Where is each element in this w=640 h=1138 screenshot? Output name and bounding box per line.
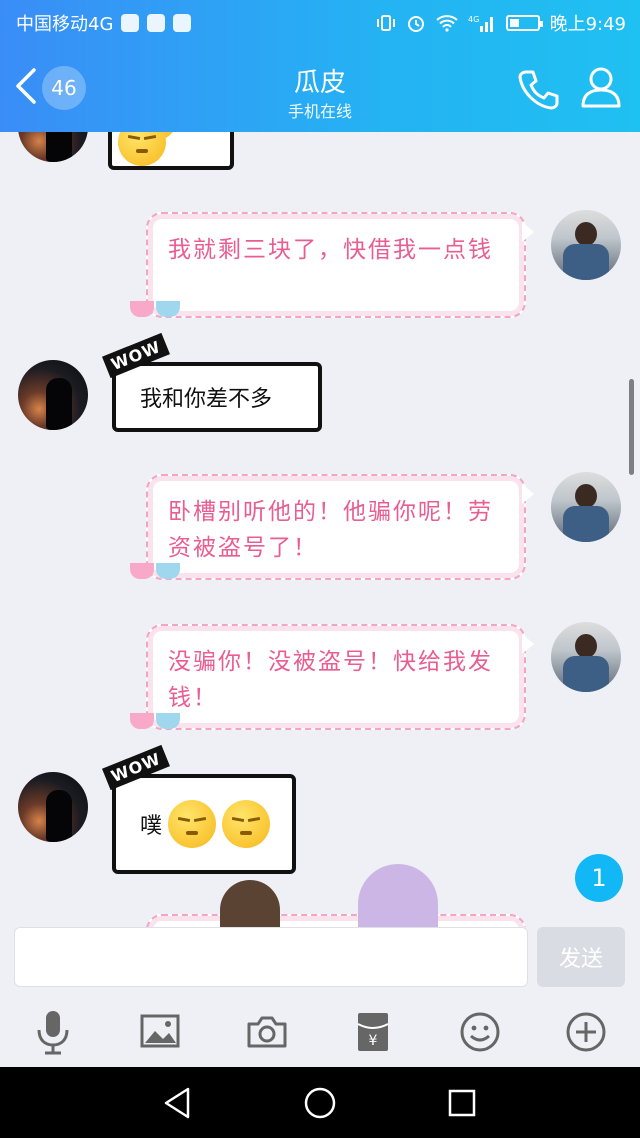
chat-message-list[interactable]: 我就剩三块了，快借我一点钱 我和你差不多 WOW 卧槽别听他的！他骗你呢！劳资被…	[0, 132, 640, 927]
wow-sticker-label: WOW	[102, 744, 170, 791]
composer: 发送 ¥	[0, 927, 640, 1067]
send-button[interactable]: 发送	[537, 927, 625, 987]
person-icon[interactable]	[578, 64, 624, 110]
message-text: 卧槽别听他的！他骗你呢！劳资被盗号了！	[168, 499, 493, 561]
chat-header: 中国移动4G 4G 晚上9:49 46 瓜皮 手机在线	[0, 0, 640, 132]
emoji-icon	[118, 132, 166, 166]
anime-sticker-image	[358, 864, 438, 927]
my-avatar[interactable]	[551, 622, 621, 692]
system-navigation-bar	[0, 1067, 640, 1138]
teacups-icon	[130, 556, 182, 592]
microphone-icon[interactable]	[26, 1005, 80, 1059]
message-text: 我就剩三块了，快借我一点钱	[168, 237, 493, 263]
nav-recents-icon[interactable]	[442, 1083, 482, 1123]
svg-text:¥: ¥	[369, 1033, 378, 1049]
message-bubble-incoming[interactable]: 我和你差不多 WOW	[102, 332, 322, 432]
image-icon[interactable]	[133, 1005, 187, 1059]
my-avatar[interactable]	[551, 210, 621, 280]
svg-text:4G: 4G	[468, 15, 479, 24]
shield-icon	[121, 14, 140, 32]
message-bubble-outgoing-partial[interactable]	[146, 914, 526, 927]
battery-icon	[505, 15, 543, 31]
contact-avatar[interactable]	[18, 772, 88, 842]
new-message-count-badge[interactable]: 1	[575, 854, 623, 902]
message-text: 没骗你！没被盗号！快给我发钱！	[168, 649, 493, 711]
carrier-label: 中国移动4G	[16, 14, 114, 35]
nav-back-icon[interactable]	[158, 1083, 198, 1123]
status-bar: 中国移动4G 4G 晚上9:49	[0, 0, 640, 44]
wifi-icon	[435, 15, 458, 32]
message-text: 我和你差不多	[140, 387, 273, 412]
camera-icon[interactable]	[240, 1005, 294, 1059]
message-bubble-outgoing[interactable]: 没骗你！没被盗号！快给我发钱！	[130, 624, 534, 730]
clock-label: 晚上9:49	[549, 14, 626, 35]
message-bubble-emoji[interactable]	[108, 132, 234, 170]
alarm-icon	[407, 16, 424, 32]
red-packet-icon[interactable]: ¥	[346, 1005, 400, 1059]
qq-icon	[147, 14, 166, 32]
anime-sticker-image	[220, 880, 280, 927]
wechat-icon	[173, 14, 192, 32]
my-avatar[interactable]	[551, 472, 621, 542]
contact-avatar[interactable]	[18, 132, 88, 162]
message-text: 噗	[140, 814, 163, 839]
composer-toolbar: ¥	[0, 999, 640, 1067]
teacups-icon	[130, 294, 182, 330]
wow-sticker-label: WOW	[102, 332, 170, 379]
smug-face-emoji-icon	[222, 800, 271, 848]
teacups-icon	[130, 706, 182, 742]
title-bar: 46 瓜皮 手机在线	[0, 44, 640, 132]
message-input[interactable]	[14, 927, 528, 987]
contact-avatar[interactable]	[18, 360, 88, 430]
plus-icon[interactable]	[559, 1005, 613, 1059]
phone-icon[interactable]	[516, 66, 562, 112]
message-bubble-outgoing[interactable]: 卧槽别听他的！他骗你呢！劳资被盗号了！	[130, 474, 534, 580]
emoji-icon[interactable]	[453, 1005, 507, 1059]
vibrate-icon	[376, 15, 395, 31]
message-bubble-incoming[interactable]: 噗 WOW	[102, 744, 296, 874]
smug-face-emoji-icon	[168, 800, 217, 848]
signal-icon: 4G	[468, 15, 493, 32]
message-bubble-outgoing[interactable]: 我就剩三块了，快借我一点钱	[130, 212, 534, 318]
nav-home-icon[interactable]	[300, 1083, 340, 1123]
chat-scrollbar[interactable]	[629, 379, 634, 475]
